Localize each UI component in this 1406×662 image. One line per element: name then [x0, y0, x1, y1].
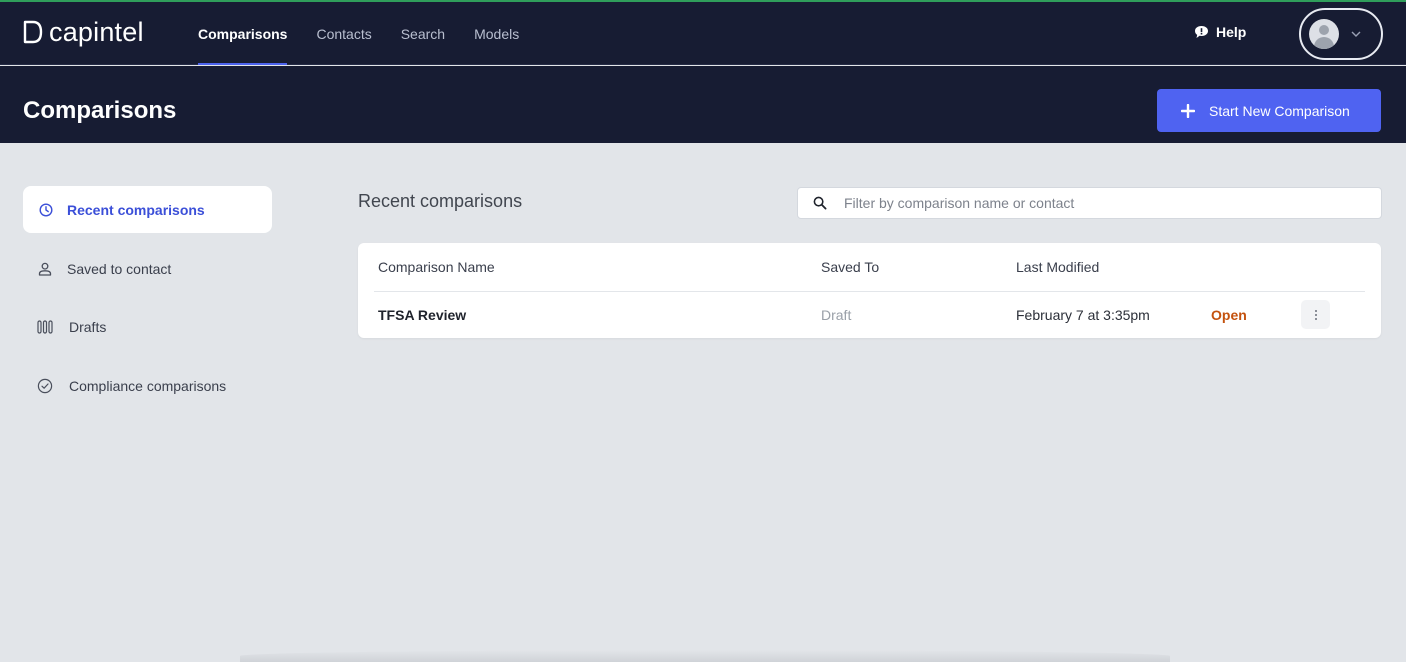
- primary-nav: Comparisons Contacts Search Models: [198, 2, 548, 65]
- start-new-comparison-button[interactable]: Start New Comparison: [1157, 89, 1381, 132]
- open-link[interactable]: Open: [1211, 307, 1247, 323]
- column-header-saved-to[interactable]: Saved To: [821, 259, 879, 275]
- nav-link-comparisons[interactable]: Comparisons: [198, 2, 288, 65]
- plus-icon: [1181, 103, 1195, 118]
- comparison-name-cell[interactable]: TFSA Review: [378, 307, 466, 323]
- sidebar-item-label: Drafts: [69, 319, 107, 335]
- help-button[interactable]: Help: [1194, 24, 1246, 40]
- clock-icon: [37, 201, 55, 219]
- section-title: Recent comparisons: [358, 191, 523, 211]
- search-box: [797, 187, 1382, 219]
- column-header-comparison-name[interactable]: Comparison Name: [378, 259, 495, 275]
- drafts-icon: [36, 318, 54, 336]
- logo-mark-icon: [23, 20, 43, 44]
- avatar: [1309, 19, 1339, 49]
- account-menu-button[interactable]: [1299, 8, 1383, 60]
- row-more-options-button[interactable]: [1301, 300, 1330, 329]
- check-circle-icon: [36, 377, 54, 395]
- page-header: Comparisons Start New Comparison: [0, 66, 1406, 143]
- comparisons-table: Comparison Name Saved To Last Modified T…: [358, 243, 1381, 338]
- start-new-comparison-label: Start New Comparison: [1209, 102, 1350, 119]
- brand-logo[interactable]: capintel: [23, 17, 144, 47]
- sidebar-item-label: Saved to contact: [67, 261, 172, 277]
- person-icon: [36, 260, 54, 278]
- kebab-menu-icon: [1314, 309, 1317, 320]
- help-label: Help: [1216, 24, 1247, 40]
- sidebar-item-drafts[interactable]: Drafts: [36, 317, 106, 337]
- nav-link-search[interactable]: Search: [401, 2, 445, 65]
- top-navigation: capintel Comparisons Contacts Search Mod…: [0, 2, 1406, 65]
- sidebar-item-compliance-comparisons[interactable]: Compliance comparisons: [36, 376, 226, 396]
- nav-link-models[interactable]: Models: [474, 2, 519, 65]
- sidebar-item-label: Recent comparisons: [67, 201, 205, 218]
- last-modified-cell: February 7 at 3:35pm: [1016, 307, 1150, 323]
- saved-to-cell: Draft: [821, 307, 852, 323]
- brand-name: capintel: [49, 17, 144, 47]
- sidebar-item-label: Compliance comparisons: [69, 378, 227, 394]
- sidebar-item-saved-to-contact[interactable]: Saved to contact: [36, 259, 171, 279]
- bottom-shadow: [240, 650, 1170, 662]
- sidebar-item-recent-comparisons[interactable]: Recent comparisons: [23, 186, 272, 233]
- search-input[interactable]: [844, 195, 1364, 211]
- nav-link-contacts[interactable]: Contacts: [316, 2, 371, 65]
- page-title: Comparisons: [23, 97, 177, 124]
- column-header-last-modified[interactable]: Last Modified: [1016, 259, 1099, 275]
- header-divider: [374, 291, 1365, 292]
- search-icon: [813, 196, 827, 210]
- chat-bubble-icon: [1195, 26, 1208, 38]
- chevron-down-icon: [1351, 31, 1361, 37]
